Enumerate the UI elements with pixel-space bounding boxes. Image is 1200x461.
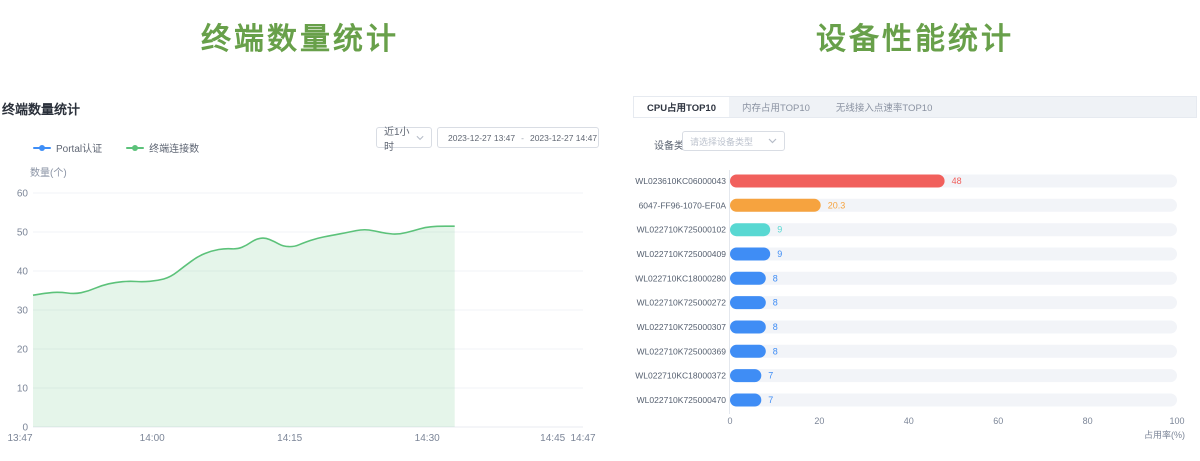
bar-chart-svg: WL023610KC06000043 48 6047-FF96-1070-EF0A 2… — [633, 160, 1200, 456]
x-tick-label: 40 — [904, 416, 914, 426]
category-label: WL022710KC18000372 — [635, 371, 726, 381]
bar — [730, 296, 766, 309]
x-tick-label: 14:30 — [415, 433, 440, 444]
y-axis-name: 数量(个) — [30, 164, 67, 179]
bar — [730, 199, 821, 212]
bar-track — [730, 248, 1177, 261]
chevron-down-icon — [768, 138, 777, 144]
y-tick-label: 0 — [22, 423, 28, 434]
date-range-separator: - — [521, 133, 524, 143]
x-tick-label: 80 — [1083, 416, 1093, 426]
bar-value-label: 8 — [773, 322, 778, 332]
legend-line-dot-icon — [33, 144, 51, 152]
bar-track — [730, 296, 1177, 309]
x-tick-label: 0 — [727, 416, 732, 426]
x-tick-label: 100 — [1169, 416, 1184, 426]
y-tick-label: 50 — [17, 228, 29, 239]
bar-value-label: 9 — [777, 249, 782, 259]
x-tick-label: 14:45 — [540, 433, 565, 444]
series-area — [33, 226, 455, 427]
x-axis-name: 占用率(%) — [1144, 429, 1185, 440]
category-label: WL022710K725000102 — [637, 225, 727, 235]
tab-ap-rate-top10[interactable]: 无线接入点速率TOP10 — [823, 97, 945, 117]
date-range-start: 2023-12-27 13:47 — [448, 133, 515, 143]
line-chart-legend: Portal认证 终端连接数 — [33, 140, 199, 155]
bar-value-label: 7 — [768, 395, 773, 405]
bar — [730, 175, 945, 188]
x-tick-label: 20 — [814, 416, 824, 426]
bar — [730, 394, 761, 407]
bar-track — [730, 345, 1177, 358]
category-label: WL022710K725000307 — [637, 322, 727, 332]
bar — [730, 272, 766, 285]
bar-value-label: 8 — [773, 346, 778, 356]
category-label: WL023610KC06000043 — [635, 176, 726, 186]
category-label: WL022710K725000470 — [637, 395, 727, 405]
bar — [730, 248, 770, 261]
cpu-top10-bar-chart: WL023610KC06000043 48 6047-FF96-1070-EF0A 2… — [633, 160, 1200, 456]
bar — [730, 321, 766, 334]
tab-memory-top10[interactable]: 内存占用TOP10 — [729, 97, 823, 117]
category-label: 6047-FF96-1070-EF0A — [639, 200, 727, 210]
y-tick-label: 30 — [17, 306, 29, 317]
bar-value-label: 8 — [773, 298, 778, 308]
x-tick-label: 60 — [993, 416, 1003, 426]
tab-bar: CPU占用TOP10内存占用TOP10无线接入点速率TOP10 — [633, 96, 1197, 118]
right-panel-title: 设备性能统计 — [633, 14, 1197, 58]
left-panel-title: 终端数量统计 — [0, 14, 600, 58]
x-tick-label: 14:00 — [140, 433, 165, 444]
bar-value-label: 8 — [773, 273, 778, 283]
legend-label: Portal认证 — [56, 140, 102, 155]
y-tick-label: 20 — [17, 345, 29, 356]
y-tick-label: 60 — [17, 189, 29, 200]
time-range-value: 近1小时 — [384, 123, 416, 153]
bar-track — [730, 321, 1177, 334]
category-label: WL022710K725000369 — [637, 346, 727, 356]
bar — [730, 223, 770, 236]
category-label: WL022710KC18000280 — [635, 273, 726, 283]
category-label: WL022710K725000272 — [637, 298, 727, 308]
x-tick-label: 13:47 — [7, 433, 32, 444]
legend-line-dot-icon — [126, 144, 144, 152]
legend-item-0[interactable]: Portal认证 — [33, 140, 102, 155]
time-range-select[interactable]: 近1小时 — [376, 127, 432, 148]
date-range-picker[interactable]: 2023-12-27 13:47 - 2023-12-27 14:47 — [437, 127, 599, 148]
date-range-end: 2023-12-27 14:47 — [530, 133, 597, 143]
bar-value-label: 7 — [768, 371, 773, 381]
bar-track — [730, 272, 1177, 285]
legend-item-1[interactable]: 终端连接数 — [126, 140, 199, 155]
left-card-title: 终端数量统计 — [2, 99, 80, 118]
tab-cpu-top10[interactable]: CPU占用TOP10 — [634, 97, 729, 117]
device-type-placeholder: 请选择设备类型 — [690, 135, 753, 148]
line-chart-svg: 0 10 20 30 40 50 60 13:47 14:00 14:15 14:30 14:45 14… — [0, 185, 600, 456]
bar-value-label: 20.3 — [828, 200, 846, 210]
device-type-select[interactable]: 请选择设备类型 — [682, 131, 785, 151]
bar-track — [730, 369, 1177, 382]
chevron-down-icon — [416, 135, 424, 141]
category-label: WL022710K725000409 — [637, 249, 727, 259]
legend-label: 终端连接数 — [149, 140, 199, 155]
x-tick-label: 14:47 — [570, 433, 595, 444]
bar-track — [730, 223, 1177, 236]
terminal-count-line-chart: 0 10 20 30 40 50 60 13:47 14:00 14:15 14:30 14:45 14… — [0, 185, 600, 456]
bar — [730, 345, 766, 358]
x-tick-label: 14:15 — [277, 433, 302, 444]
y-tick-label: 10 — [17, 384, 29, 395]
bar — [730, 369, 761, 382]
y-tick-label: 40 — [17, 267, 29, 278]
bar-track — [730, 394, 1177, 407]
bar-value-label: 48 — [952, 176, 962, 186]
bar-value-label: 9 — [777, 225, 782, 235]
